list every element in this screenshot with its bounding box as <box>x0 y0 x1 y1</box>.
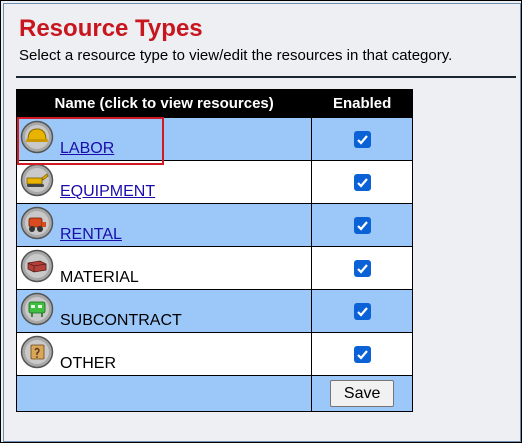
resource-link-labor[interactable]: LABOR <box>60 140 114 158</box>
footer-empty-cell <box>15 375 313 412</box>
resource-label-other: OTHER <box>60 355 116 372</box>
table-row: LABOR <box>15 117 413 161</box>
enabled-checkbox-rental[interactable] <box>353 216 371 234</box>
title-divider <box>16 76 516 78</box>
resource-link-equipment[interactable]: EQUIPMENT <box>60 183 155 201</box>
name-column-header: Name (click to view resources) <box>15 89 313 118</box>
table-row: SUBCONTRACT <box>15 289 413 333</box>
table-row: OTHER <box>15 332 413 376</box>
table-row: RENTAL <box>15 203 413 247</box>
resource-label-material: MATERIAL <box>60 269 139 286</box>
hard-hat-icon <box>20 120 54 154</box>
enabled-checkbox-equipment[interactable] <box>353 173 371 191</box>
table-row: EQUIPMENT <box>15 160 413 204</box>
enabled-checkbox-material[interactable] <box>353 259 371 277</box>
resource-types-table: Name (click to view resources) Enabled L… <box>15 89 413 412</box>
equipment-icon <box>20 163 54 197</box>
page-subtitle: Select a resource type to view/edit the … <box>19 47 453 64</box>
enabled-checkbox-other[interactable] <box>353 345 371 363</box>
save-button[interactable]: Save <box>330 380 395 407</box>
enabled-checkbox-labor[interactable] <box>353 130 371 148</box>
material-icon <box>20 249 54 283</box>
rental-icon <box>20 206 54 240</box>
page-title: Resource Types <box>19 15 203 42</box>
table-row: MATERIAL <box>15 246 413 290</box>
resource-link-rental[interactable]: RENTAL <box>60 226 122 244</box>
enabled-column-header: Enabled <box>311 89 413 118</box>
subcontract-icon <box>20 292 54 326</box>
enabled-checkbox-subcontract[interactable] <box>353 302 371 320</box>
resource-label-subcontract: SUBCONTRACT <box>60 312 182 329</box>
table-footer-row: Save <box>15 375 413 412</box>
other-icon <box>20 335 54 369</box>
window-frame: Resource Types Select a resource type to… <box>0 0 522 443</box>
